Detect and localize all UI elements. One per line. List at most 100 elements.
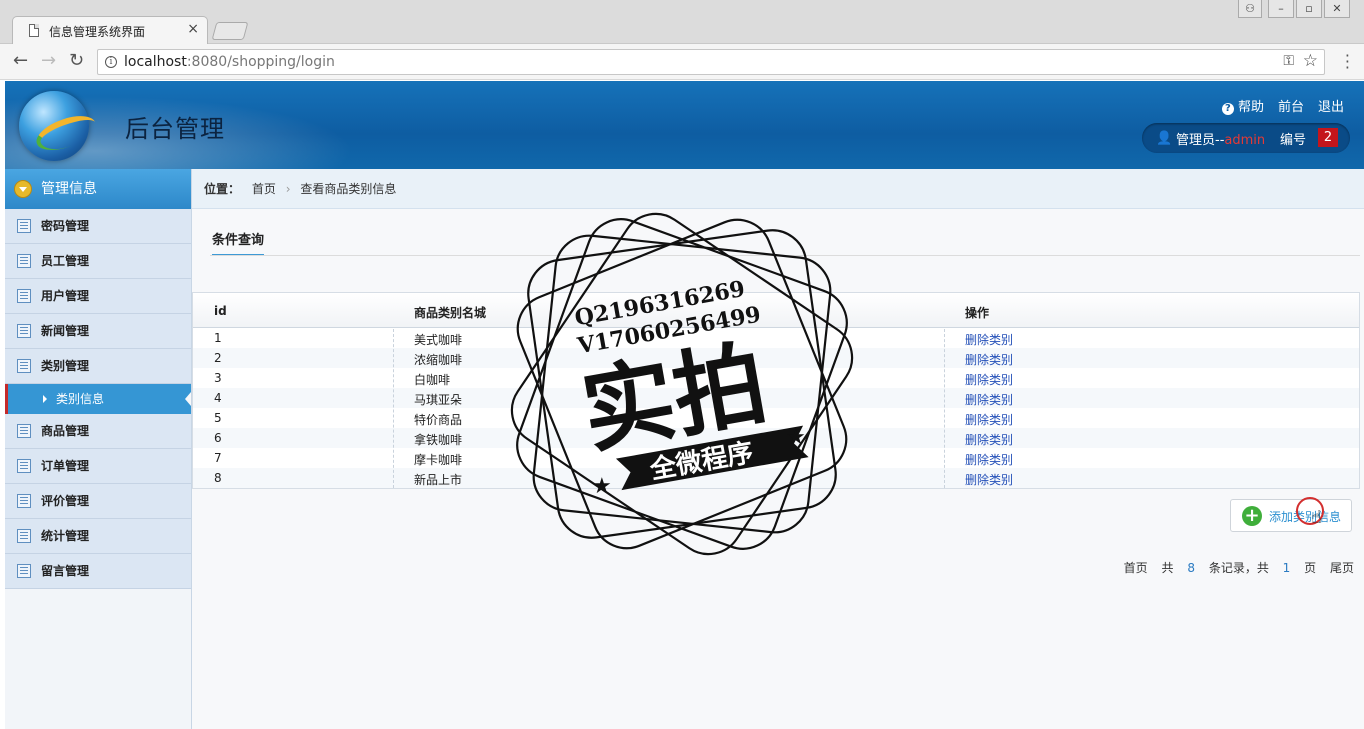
table-row: 3 白咖啡 删除类别 (193, 368, 1359, 388)
minimize-icon[interactable]: – (1268, 0, 1294, 18)
table-row: 6 拿铁咖啡 删除类别 (193, 428, 1359, 448)
key-icon[interactable]: ⚿ (1283, 53, 1294, 69)
cell-id: 3 (214, 371, 222, 385)
tab-condition-query[interactable]: 条件查询 (212, 229, 265, 256)
address-bar[interactable]: i localhost:8080/shopping/login ⚿ ☆ (97, 49, 1325, 75)
column-divider (944, 329, 945, 488)
breadcrumb-separator: › (285, 182, 291, 196)
sidebar: 管理信息 密码管理 员工管理 用户管理 新闻管理 类别管理 类别信息 商品管理 … (5, 169, 192, 729)
info-icon[interactable]: i (105, 56, 117, 68)
pagination: 首页 共 8 条记录，共 1 页 尾页 (1124, 559, 1354, 576)
delete-category-link[interactable]: 删除类别 (965, 371, 1013, 388)
cell-name: 马琪亚朵 (414, 393, 463, 407)
logout-link[interactable]: 退出 (1318, 96, 1344, 115)
list-icon (17, 459, 31, 473)
sidebar-item-stats[interactable]: 统计管理 (5, 519, 191, 554)
close-window-icon[interactable]: ✕ (1324, 0, 1350, 18)
browser-menu-icon[interactable]: · · · (1345, 48, 1350, 76)
delete-category-link[interactable]: 删除类别 (965, 331, 1013, 348)
first-page-link[interactable]: 首页 (1124, 561, 1148, 575)
forward-icon[interactable]: → (41, 51, 56, 71)
user-label: 管理员--admin (1176, 129, 1265, 148)
help-link[interactable]: ? 帮助 (1221, 96, 1264, 115)
breadcrumb-home[interactable]: 首页 (252, 182, 276, 196)
browser-titlebar: 信息管理系统界面 × ⚇ – ▫ ✕ (0, 0, 1364, 45)
table-row: 2 浓缩咖啡 删除类别 (193, 348, 1359, 368)
sidebar-item-messages[interactable]: 留言管理 (5, 554, 191, 589)
cell-name: 浓缩咖啡 (414, 353, 463, 367)
sidebar-item-products[interactable]: 商品管理 (5, 414, 191, 449)
document-icon (29, 24, 39, 37)
url-host: localhost (124, 54, 187, 70)
sidebar-item-label: 订单管理 (41, 459, 90, 473)
sidebar-heading-label: 管理信息 (41, 181, 97, 197)
new-tab-button[interactable] (211, 22, 249, 40)
list-icon (17, 564, 31, 578)
back-icon[interactable]: ← (13, 51, 28, 71)
list-icon (17, 359, 31, 373)
delete-category-link[interactable]: 删除类别 (965, 391, 1013, 408)
sidebar-item-label: 统计管理 (41, 529, 90, 543)
column-header-action: 操作 (965, 306, 990, 320)
sidebar-item-news[interactable]: 新闻管理 (5, 314, 191, 349)
window-controls: ⚇ – ▫ ✕ (1238, 0, 1350, 18)
user-prefix: 管理员-- (1176, 133, 1225, 148)
table-header: id 商品类别名城 操作 (193, 293, 1359, 328)
cell-name: 美式咖啡 (414, 333, 463, 347)
record-count: 共 8 条记录，共 1 页 (1162, 561, 1317, 575)
sidebar-item-staff[interactable]: 员工管理 (5, 244, 191, 279)
column-header-id: id (214, 304, 227, 318)
delete-category-link[interactable]: 删除类别 (965, 351, 1013, 368)
cell-name: 白咖啡 (414, 373, 451, 387)
delete-category-link[interactable]: 删除类别 (965, 411, 1013, 428)
tab-close-icon[interactable]: × (187, 21, 199, 37)
url-text[interactable]: localhost:8080/shopping/login (124, 54, 335, 70)
url-path: :8080/shopping/login (186, 54, 335, 70)
sidebar-item-category[interactable]: 类别管理 (5, 349, 191, 384)
table-row: 5 特价商品 删除类别 (193, 408, 1359, 428)
plus-icon: + (1242, 506, 1262, 526)
cell-name: 新品上市 (414, 473, 463, 487)
table-row: 1 美式咖啡 删除类别 (193, 328, 1359, 348)
cell-name: 特价商品 (414, 413, 463, 427)
sidebar-item-label: 新闻管理 (41, 324, 90, 338)
add-category-button[interactable]: + 添加类别信息 (1230, 499, 1352, 532)
sidebar-item-label: 员工管理 (41, 254, 90, 268)
app-title: 后台管理 (125, 115, 225, 143)
sidebar-subitem-label: 类别信息 (56, 392, 105, 406)
sidebar-item-password[interactable]: 密码管理 (5, 209, 191, 244)
cell-name: 摩卡咖啡 (414, 453, 463, 467)
list-icon (17, 494, 31, 508)
reload-icon[interactable]: ↻ (69, 51, 84, 71)
sidebar-item-orders[interactable]: 订单管理 (5, 449, 191, 484)
column-divider (393, 329, 394, 488)
total-records: 8 (1187, 561, 1195, 575)
pager-text: 页 (1304, 561, 1317, 575)
cell-id: 6 (214, 431, 222, 445)
user-icon: 👤 (1156, 131, 1173, 146)
delete-category-link[interactable]: 删除类别 (965, 471, 1013, 488)
collapse-icon (14, 180, 32, 198)
list-icon (17, 529, 31, 543)
globe-logo-icon (19, 91, 89, 161)
pager-text: 共 (1161, 561, 1174, 575)
sidebar-item-users[interactable]: 用户管理 (5, 279, 191, 314)
front-link[interactable]: 前台 (1278, 96, 1304, 115)
caret-right-icon (43, 395, 47, 403)
bookmark-star-icon[interactable]: ☆ (1303, 51, 1318, 71)
maximize-icon[interactable]: ▫ (1296, 0, 1322, 18)
delete-category-link[interactable]: 删除类别 (965, 451, 1013, 468)
sidebar-item-reviews[interactable]: 评价管理 (5, 484, 191, 519)
sidebar-heading[interactable]: 管理信息 (5, 169, 191, 209)
browser-tab[interactable]: 信息管理系统界面 × (12, 16, 208, 45)
id-label: 编号 (1280, 133, 1307, 148)
user-info: 👤 管理员--admin 编号 2 (1142, 123, 1350, 153)
cell-name: 拿铁咖啡 (414, 433, 463, 447)
last-page-link[interactable]: 尾页 (1330, 561, 1354, 575)
sidebar-subitem-category-info[interactable]: 类别信息 (5, 384, 191, 414)
cell-id: 8 (214, 471, 222, 485)
delete-category-link[interactable]: 删除类别 (965, 431, 1013, 448)
sidebar-item-label: 评价管理 (41, 494, 90, 508)
user-name: admin (1224, 133, 1266, 148)
profile-icon[interactable]: ⚇ (1238, 0, 1262, 18)
